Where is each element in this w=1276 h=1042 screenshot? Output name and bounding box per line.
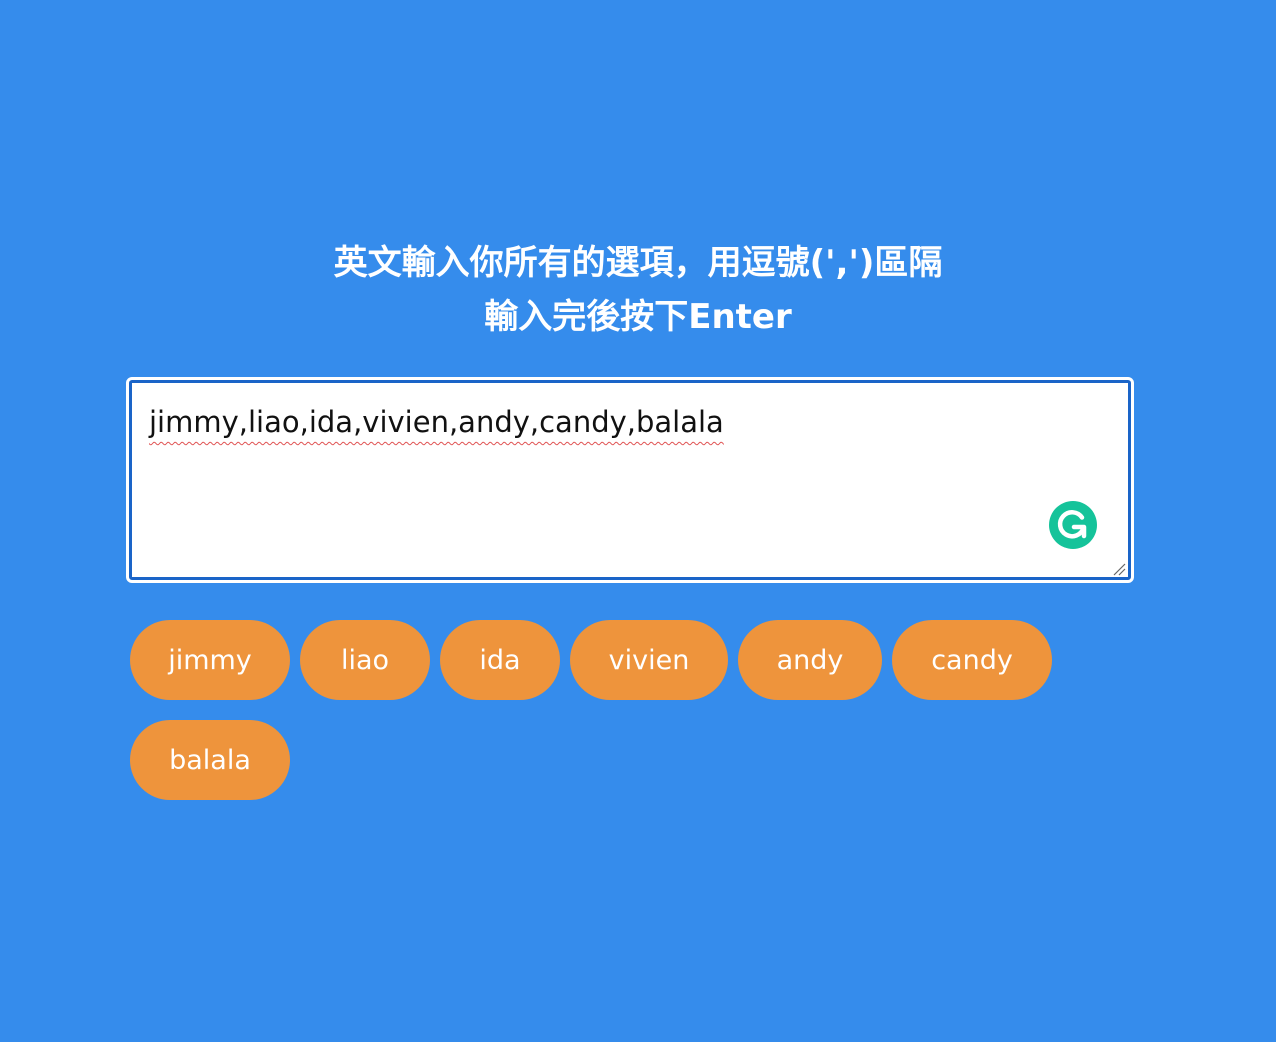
option-tag[interactable]: jimmy <box>130 620 290 700</box>
textarea-focus-ring: jimmy,liao,ida,vivien,andy,candy,balala <box>129 380 1131 580</box>
resize-handle-icon[interactable] <box>1112 561 1126 576</box>
option-tag[interactable]: balala <box>130 720 290 800</box>
instructions-heading: 英文輸入你所有的選項，用逗號(',')區隔 輸入完後按下Enter <box>0 236 1276 344</box>
instructions-line-2: 輸入完後按下Enter <box>484 297 792 337</box>
option-tag[interactable]: andy <box>738 620 882 700</box>
instructions-line-1: 英文輸入你所有的選項，用逗號(',')區隔 <box>333 243 943 283</box>
option-tag[interactable]: vivien <box>570 620 728 700</box>
grammarly-icon[interactable] <box>1049 501 1097 549</box>
option-tags: jimmy liao ida vivien andy candy balala <box>130 620 1090 800</box>
option-tag[interactable]: liao <box>300 620 430 700</box>
option-tag[interactable]: candy <box>892 620 1052 700</box>
options-textarea[interactable]: jimmy,liao,ida,vivien,andy,candy,balala <box>126 377 1134 583</box>
textarea-value: jimmy,liao,ida,vivien,andy,candy,balala <box>149 405 724 439</box>
option-tag[interactable]: ida <box>440 620 560 700</box>
